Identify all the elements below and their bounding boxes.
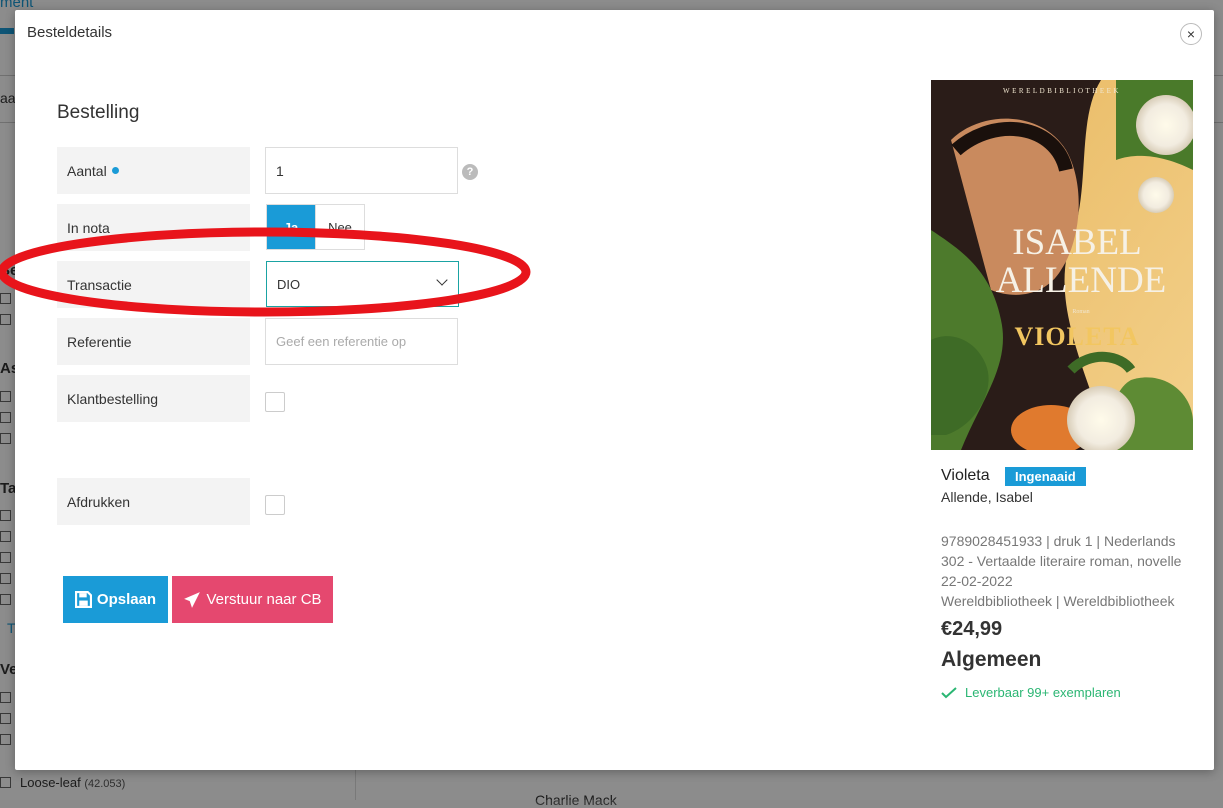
- modal-title: Besteldetails: [27, 24, 113, 41]
- in-nota-option-ja[interactable]: Ja: [267, 205, 315, 249]
- cover-series-text: WERELDBIBLIOTHEEK: [1003, 87, 1121, 95]
- transactie-label: Transactie: [57, 261, 250, 308]
- referentie-input[interactable]: [265, 318, 458, 365]
- section-title: Bestelling: [57, 102, 140, 123]
- book-meta-isbn: 9789028451933 | druk 1 | Nederlands: [941, 533, 1176, 549]
- cover-author-line1: ISABEL: [1012, 222, 1142, 263]
- stock-status-text: Leverbaar 99+ exemplaren: [965, 685, 1121, 700]
- save-button-label: Opslaan: [96, 591, 157, 608]
- cover-title-text: VIOLETA: [1015, 322, 1140, 351]
- required-dot-icon: [111, 167, 119, 174]
- in-nota-option-nee[interactable]: Nee: [315, 205, 364, 249]
- book-title: Violeta: [941, 467, 990, 484]
- chevron-down-icon: [436, 274, 448, 286]
- book-meta-genre: 302 - Vertaalde literaire roman, novelle: [941, 553, 1182, 569]
- aantal-label-text: Aantal: [67, 162, 107, 179]
- book-price: €24,99: [941, 618, 1003, 640]
- help-icon[interactable]: ?: [462, 164, 478, 180]
- klantbestelling-checkbox[interactable]: [265, 392, 285, 412]
- stock-status: Leverbaar 99+ exemplaren: [941, 685, 1121, 700]
- binding-badge: Ingenaaid: [1005, 467, 1086, 486]
- floppy-disk-icon: [74, 591, 92, 608]
- afdrukken-label: Afdrukken: [57, 478, 250, 525]
- referentie-label: Referentie: [57, 318, 250, 365]
- book-category: Algemeen: [941, 648, 1042, 671]
- book-author: Allende, Isabel: [941, 489, 1033, 505]
- in-nota-toggle: Ja Nee: [266, 204, 365, 250]
- send-button-label: Verstuur naar CB: [206, 591, 322, 608]
- aantal-label: Aantal: [57, 147, 250, 194]
- send-to-cb-button[interactable]: Verstuur naar CB: [172, 576, 333, 623]
- transactie-value: DIO: [277, 276, 301, 292]
- book-meta-date: 22-02-2022: [941, 573, 1013, 589]
- in-nota-label: In nota: [57, 204, 250, 251]
- afdrukken-checkbox[interactable]: [265, 495, 285, 515]
- book-cover-image: WERELDBIBLIOTHEEK ISABEL ALLENDE Roman V…: [931, 80, 1193, 450]
- order-details-modal: Besteldetails × Bestelling Aantal ? In n…: [15, 10, 1214, 770]
- save-button[interactable]: Opslaan: [63, 576, 168, 623]
- checkmark-icon: [941, 686, 957, 698]
- paper-plane-icon: [184, 591, 201, 608]
- book-meta-publisher: Wereldbibliotheek | Wereldbibliotheek: [941, 593, 1175, 609]
- close-icon[interactable]: ×: [1180, 23, 1202, 45]
- klantbestelling-label: Klantbestelling: [57, 375, 250, 422]
- cover-genre-text: Roman: [1072, 309, 1089, 315]
- transactie-select[interactable]: DIO: [266, 261, 459, 307]
- aantal-input[interactable]: [265, 147, 458, 194]
- cover-author-line2: ALLENDE: [996, 260, 1167, 301]
